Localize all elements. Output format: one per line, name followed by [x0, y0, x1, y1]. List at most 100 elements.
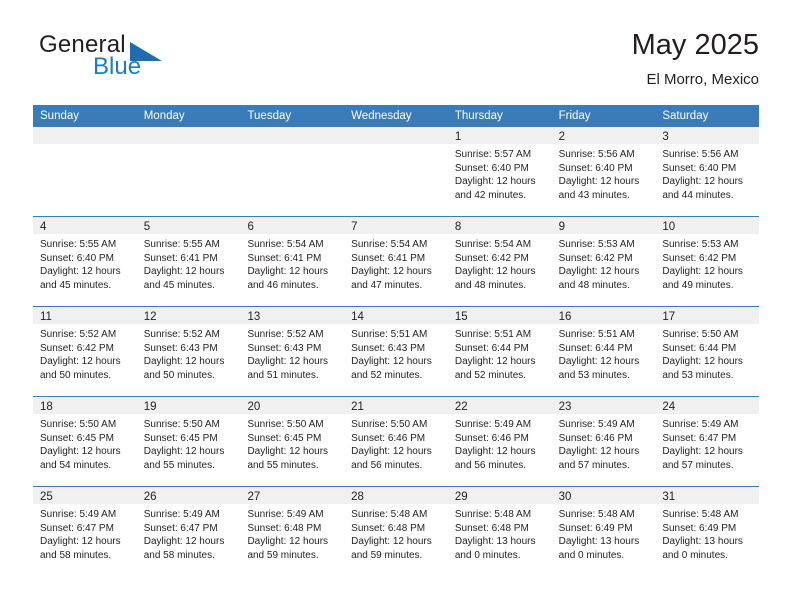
- day-cell[interactable]: 5 Sunrise: 5:55 AM Sunset: 6:41 PM Daylight…: [136, 217, 241, 306]
- day-number: 23: [558, 401, 572, 413]
- day-cell[interactable]: 14 Sunrise: 5:51 AM Sunset: 6:43 PM Dayligh…: [344, 307, 448, 396]
- day-number-band: 4: [33, 217, 137, 234]
- day-number: 12: [143, 311, 157, 323]
- day-number-band: 31: [655, 487, 760, 504]
- weekday-header-tuesday: Tuesday: [247, 110, 292, 122]
- day-cell[interactable]: 13 Sunrise: 5:52 AM Sunset: 6:43 PM Dayligh…: [240, 307, 345, 396]
- day-cell[interactable]: 10 Sunrise: 5:53 AM Sunset: 6:42 PM Dayligh…: [655, 217, 760, 306]
- day-number-band: 13: [240, 307, 345, 324]
- day-number: 7: [351, 221, 358, 233]
- day-detail-line: and 54 minutes.: [40, 459, 112, 471]
- day-number: 19: [143, 401, 157, 413]
- day-number: 27: [247, 491, 261, 503]
- day-details: Sunrise: 5:56 AM Sunset: 6:40 PM Daylight:…: [655, 144, 759, 202]
- day-detail-line: Sunset: 6:42 PM: [454, 252, 529, 264]
- day-cell[interactable]: 4 Sunrise: 5:55 AM Sunset: 6:40 PM Daylight…: [33, 217, 137, 306]
- day-details: Sunrise: 5:51 AM Sunset: 6:44 PM Daylight:…: [448, 324, 552, 382]
- day-cell[interactable]: 22 Sunrise: 5:49 AM Sunset: 6:46 PM Dayligh…: [447, 397, 552, 486]
- brand-logo[interactable]: General Blue: [33, 32, 253, 90]
- day-cell[interactable]: 21 Sunrise: 5:50 AM Sunset: 6:46 PM Dayligh…: [344, 397, 448, 486]
- day-detail-line: Sunrise: 5:48 AM: [454, 509, 532, 520]
- day-cell[interactable]: 6 Sunrise: 5:54 AM Sunset: 6:41 PM Daylight…: [240, 217, 345, 306]
- day-number: 17: [662, 311, 676, 323]
- day-detail-line: Daylight: 12 hours: [662, 356, 743, 368]
- day-number: 25: [40, 491, 53, 503]
- day-cell[interactable]: 2 Sunrise: 5:56 AM Sunset: 6:40 PM Daylight…: [551, 127, 656, 216]
- day-cell[interactable]: 9 Sunrise: 5:53 AM Sunset: 6:42 PM Daylight…: [551, 217, 656, 306]
- day-detail-line: and 55 minutes.: [247, 459, 319, 471]
- day-number-band: 19: [136, 397, 241, 414]
- day-detail-line: Daylight: 12 hours: [662, 266, 743, 278]
- day-cell[interactable]: 20 Sunrise: 5:50 AM Sunset: 6:45 PM Dayligh…: [240, 397, 345, 486]
- day-cell[interactable]: 15 Sunrise: 5:51 AM Sunset: 6:44 PM Dayligh…: [447, 307, 552, 396]
- day-cell[interactable]: 7 Sunrise: 5:54 AM Sunset: 6:41 PM Daylight…: [344, 217, 448, 306]
- day-detail-line: and 0 minutes.: [558, 549, 625, 561]
- day-cell[interactable]: 17 Sunrise: 5:50 AM Sunset: 6:44 PM Dayligh…: [655, 307, 760, 396]
- day-cell[interactable]: 3 Sunrise: 5:56 AM Sunset: 6:40 PM Daylight…: [655, 127, 760, 216]
- day-detail-line: Sunrise: 5:53 AM: [558, 239, 635, 250]
- day-cell[interactable]: 19 Sunrise: 5:50 AM Sunset: 6:45 PM Dayligh…: [136, 397, 241, 486]
- day-detail-line: and 49 minutes.: [662, 279, 734, 291]
- day-cell-empty: [344, 127, 448, 216]
- day-number-band: 18: [33, 397, 137, 414]
- day-detail-line: Sunrise: 5:50 AM: [143, 419, 220, 430]
- day-number: 30: [558, 491, 572, 503]
- day-cell[interactable]: 11 Sunrise: 5:52 AM Sunset: 6:42 PM Dayligh…: [33, 307, 137, 396]
- calendar-week-row: 25 Sunrise: 5:49 AM Sunset: 6:47 PM Dayligh…: [33, 487, 760, 577]
- brand-name-blue: Blue: [93, 53, 142, 80]
- day-detail-line: and 50 minutes.: [40, 369, 112, 381]
- weekday-header-wednesday: Wednesday: [351, 110, 412, 122]
- day-number: 24: [662, 401, 676, 413]
- day-number-band: 2: [551, 127, 656, 144]
- day-number-band: [240, 127, 345, 144]
- day-detail-line: Daylight: 12 hours: [454, 266, 536, 278]
- day-cell[interactable]: 31 Sunrise: 5:48 AM Sunset: 6:49 PM Dayligh…: [655, 487, 760, 577]
- day-cell[interactable]: 26 Sunrise: 5:49 AM Sunset: 6:47 PM Dayligh…: [136, 487, 241, 577]
- day-detail-line: Sunset: 6:42 PM: [40, 342, 114, 354]
- day-cell[interactable]: 16 Sunrise: 5:51 AM Sunset: 6:44 PM Dayligh…: [551, 307, 656, 396]
- weekday-header-row: Sunday Monday Tuesday Wednesday Thursday Frid…: [33, 105, 759, 127]
- day-cell[interactable]: 30 Sunrise: 5:48 AM Sunset: 6:49 PM Dayligh…: [551, 487, 656, 577]
- day-number-band: 22: [447, 397, 552, 414]
- day-detail-line: Sunset: 6:47 PM: [40, 522, 114, 534]
- day-detail-line: Sunset: 6:45 PM: [143, 432, 218, 444]
- calendar-week-row: 18 Sunrise: 5:50 AM Sunset: 6:45 PM Dayligh…: [33, 397, 760, 487]
- day-number: 11: [40, 311, 52, 323]
- day-detail-line: and 56 minutes.: [454, 459, 527, 471]
- day-number: 5: [143, 221, 151, 233]
- day-cell[interactable]: 1 Sunrise: 5:57 AM Sunset: 6:40 PM Daylight…: [447, 127, 552, 216]
- day-number-band: 24: [655, 397, 760, 414]
- day-cell[interactable]: 8 Sunrise: 5:54 AM Sunset: 6:42 PM Daylight…: [447, 217, 552, 306]
- day-cell[interactable]: 24 Sunrise: 5:49 AM Sunset: 6:47 PM Dayligh…: [655, 397, 760, 486]
- day-cell[interactable]: 18 Sunrise: 5:50 AM Sunset: 6:45 PM Dayligh…: [33, 397, 137, 486]
- day-cell[interactable]: 12 Sunrise: 5:52 AM Sunset: 6:43 PM Dayligh…: [136, 307, 241, 396]
- day-detail-line: and 43 minutes.: [558, 189, 630, 201]
- day-details: Sunrise: 5:50 AM Sunset: 6:45 PM Daylight:…: [137, 414, 241, 472]
- day-detail-line: and 52 minutes.: [351, 369, 423, 381]
- day-detail-line: Sunrise: 5:53 AM: [662, 239, 739, 250]
- calendar-grid: Sunday Monday Tuesday Wednesday Thursday Frid…: [33, 105, 760, 577]
- day-cell[interactable]: 29 Sunrise: 5:48 AM Sunset: 6:48 PM Dayligh…: [447, 487, 552, 577]
- day-details: [33, 144, 137, 148]
- day-cell[interactable]: 23 Sunrise: 5:49 AM Sunset: 6:46 PM Dayligh…: [551, 397, 656, 486]
- day-details: Sunrise: 5:48 AM Sunset: 6:48 PM Daylight:…: [448, 504, 552, 562]
- day-details: Sunrise: 5:49 AM Sunset: 6:47 PM Daylight:…: [33, 504, 137, 562]
- day-cell[interactable]: 27 Sunrise: 5:49 AM Sunset: 6:48 PM Dayligh…: [240, 487, 345, 577]
- day-detail-line: Daylight: 12 hours: [454, 356, 536, 368]
- day-detail-line: Sunset: 6:42 PM: [662, 252, 737, 264]
- day-details: Sunrise: 5:54 AM Sunset: 6:41 PM Daylight:…: [240, 234, 344, 292]
- day-cell[interactable]: 28 Sunrise: 5:48 AM Sunset: 6:48 PM Dayligh…: [344, 487, 448, 577]
- day-details: Sunrise: 5:49 AM Sunset: 6:47 PM Daylight:…: [655, 414, 759, 472]
- day-detail-line: Daylight: 12 hours: [40, 446, 121, 458]
- day-detail-line: Daylight: 12 hours: [143, 356, 225, 368]
- day-detail-line: Sunset: 6:46 PM: [454, 432, 529, 444]
- day-number-band: [136, 127, 241, 144]
- day-number-band: 11: [33, 307, 137, 324]
- day-number: 13: [247, 311, 261, 323]
- day-details: Sunrise: 5:57 AM Sunset: 6:40 PM Daylight:…: [448, 144, 552, 202]
- day-detail-line: Sunrise: 5:52 AM: [40, 329, 117, 340]
- day-detail-line: Sunrise: 5:51 AM: [454, 329, 532, 340]
- day-cell[interactable]: 25 Sunrise: 5:49 AM Sunset: 6:47 PM Dayligh…: [33, 487, 137, 577]
- day-details: Sunrise: 5:51 AM Sunset: 6:43 PM Daylight:…: [344, 324, 448, 382]
- day-detail-line: Sunrise: 5:50 AM: [351, 419, 428, 430]
